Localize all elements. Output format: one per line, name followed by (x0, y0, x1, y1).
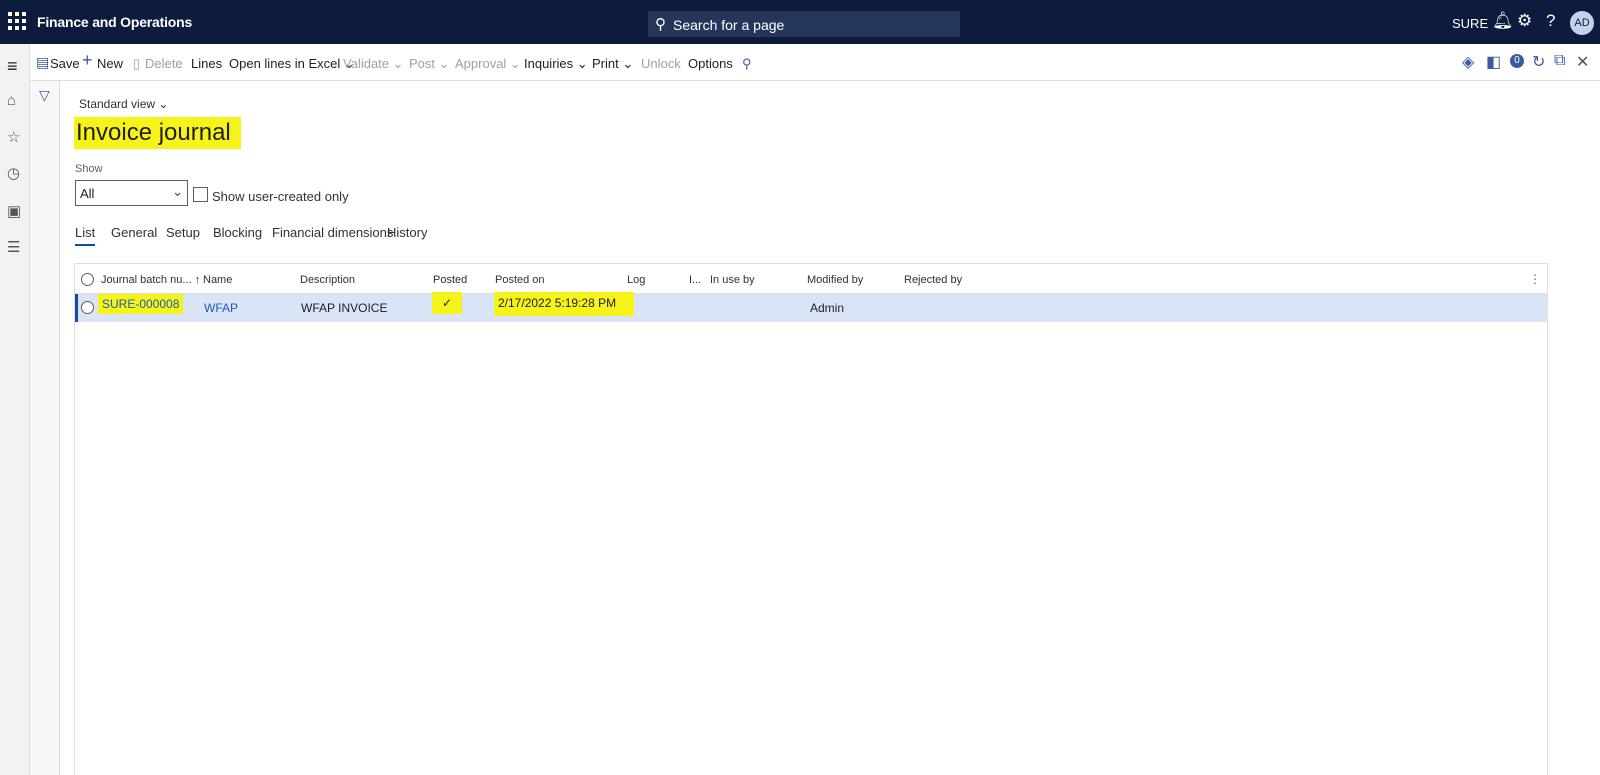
select-all-radio[interactable] (81, 273, 94, 286)
page-title: Invoice journal (74, 117, 241, 149)
plus-icon: + (82, 50, 93, 70)
validate-button[interactable]: Validate ⌄ (343, 56, 404, 72)
left-navigation: ≡ ⌂ ☆ ◷ ▣ ☰ (0, 44, 30, 775)
close-icon[interactable]: ✕ (1576, 52, 1589, 72)
tab-list[interactable]: List (75, 225, 96, 246)
refresh-icon[interactable]: ↻ (1532, 52, 1545, 72)
home-icon[interactable]: ⌂ (7, 92, 16, 109)
row-select-radio[interactable] (81, 301, 94, 314)
inquiries-button[interactable]: Inquiries ⌄ (524, 56, 588, 72)
posted-on-cell: 2/17/2022 5:19:28 PM (494, 292, 635, 316)
journal-grid: Journal batch nu... ↑ Name Description P… (74, 263, 1548, 775)
name-cell[interactable]: WFAP (204, 301, 238, 315)
main-content: Standard view ⌄ Invoice journal Show All… (60, 81, 1600, 775)
hamburger-icon[interactable]: ≡ (7, 56, 18, 77)
tab-financial-dimensions[interactable]: Financial dimensions (272, 225, 393, 244)
diamond-icon[interactable]: ◈ (1462, 52, 1474, 72)
column-posted-on[interactable]: Posted on (495, 274, 545, 286)
posted-checkmark-icon: ✓ (432, 292, 463, 314)
lines-button[interactable]: Lines (191, 56, 222, 71)
modified-by-cell: Admin (810, 301, 845, 315)
column-journal-batch[interactable]: Journal batch nu... ↑ (101, 274, 200, 286)
action-pane: ▤ Save + New ▯ Delete Lines Open lines i… (30, 44, 1600, 81)
star-icon[interactable]: ☆ (7, 128, 20, 146)
bell-icon[interactable]: 🔔︎ (1492, 10, 1514, 32)
open-lines-in-excel-button[interactable]: Open lines in Excel ⌄ (229, 56, 355, 72)
search-icon: ⚲ (655, 16, 666, 33)
show-label: Show (75, 163, 103, 175)
search-box[interactable]: ⚲ Search for a page (648, 11, 960, 37)
popout-icon[interactable]: ⧉ (1554, 52, 1565, 70)
show-user-created-checkbox[interactable] (193, 187, 208, 202)
view-selector[interactable]: Standard view ⌄ (79, 97, 168, 111)
new-button[interactable]: New (97, 56, 123, 71)
column-posted[interactable]: Posted (433, 274, 467, 286)
column-description[interactable]: Description (300, 274, 355, 286)
print-button[interactable]: Print ⌄ (592, 56, 633, 72)
column-rejected-by[interactable]: Rejected by (904, 274, 962, 286)
column-log[interactable]: Log (627, 274, 645, 286)
unlock-button[interactable]: Unlock (641, 56, 681, 71)
help-icon[interactable]: ? (1546, 10, 1555, 32)
avatar[interactable]: AD (1570, 11, 1594, 35)
grid-header: Journal batch nu... ↑ Name Description P… (75, 264, 1547, 294)
list-icon[interactable]: ☰ (7, 238, 20, 256)
column-i[interactable]: I... (689, 274, 701, 286)
app-title[interactable]: Finance and Operations (37, 14, 192, 30)
save-button[interactable]: Save (50, 56, 80, 71)
office-icon[interactable]: ◧ (1486, 52, 1501, 72)
description-cell: WFAP INVOICE (301, 301, 388, 315)
waffle-icon[interactable] (6, 10, 28, 32)
show-dropdown-value: All (80, 186, 95, 201)
column-in-use-by[interactable]: In use by (710, 274, 755, 286)
column-name[interactable]: Name (203, 274, 232, 286)
options-button[interactable]: Options (688, 56, 733, 71)
chevron-down-icon: ⌄ (172, 184, 183, 199)
trash-icon: ▯ (133, 56, 141, 71)
post-button[interactable]: Post ⌄ (409, 56, 450, 72)
notification-badge[interactable]: 0 (1510, 54, 1524, 68)
filter-pane: ▽ (30, 81, 60, 775)
top-navigation-bar: Finance and Operations ⚲ Search for a pa… (0, 0, 1600, 44)
gear-icon[interactable]: ⚙ (1517, 10, 1532, 32)
tab-history[interactable]: History (387, 225, 427, 244)
search-icon[interactable]: ⚲ (742, 56, 752, 72)
journal-batch-cell[interactable]: SURE-000008 (98, 294, 184, 314)
show-dropdown[interactable]: All ⌄ (75, 180, 188, 206)
search-placeholder: Search for a page (673, 17, 785, 33)
tab-general[interactable]: General (111, 225, 157, 244)
company-picker[interactable]: SURE (1452, 16, 1488, 31)
workspace-icon[interactable]: ▣ (7, 202, 21, 220)
show-user-created-label: Show user-created only (212, 189, 349, 204)
save-icon: ▤ (36, 54, 50, 70)
delete-button[interactable]: Delete (145, 56, 183, 71)
filter-icon[interactable]: ▽ (39, 87, 50, 104)
tab-setup[interactable]: Setup (166, 225, 200, 244)
clock-icon[interactable]: ◷ (7, 164, 20, 182)
approval-button[interactable]: Approval ⌄ (455, 56, 521, 72)
tab-blocking[interactable]: Blocking (213, 225, 262, 244)
more-options-icon[interactable]: ⋮ (1529, 272, 1541, 286)
column-modified-by[interactable]: Modified by (807, 274, 863, 286)
table-row[interactable]: SURE-000008 WFAP WFAP INVOICE ✓ 2/17/202… (75, 292, 1547, 322)
